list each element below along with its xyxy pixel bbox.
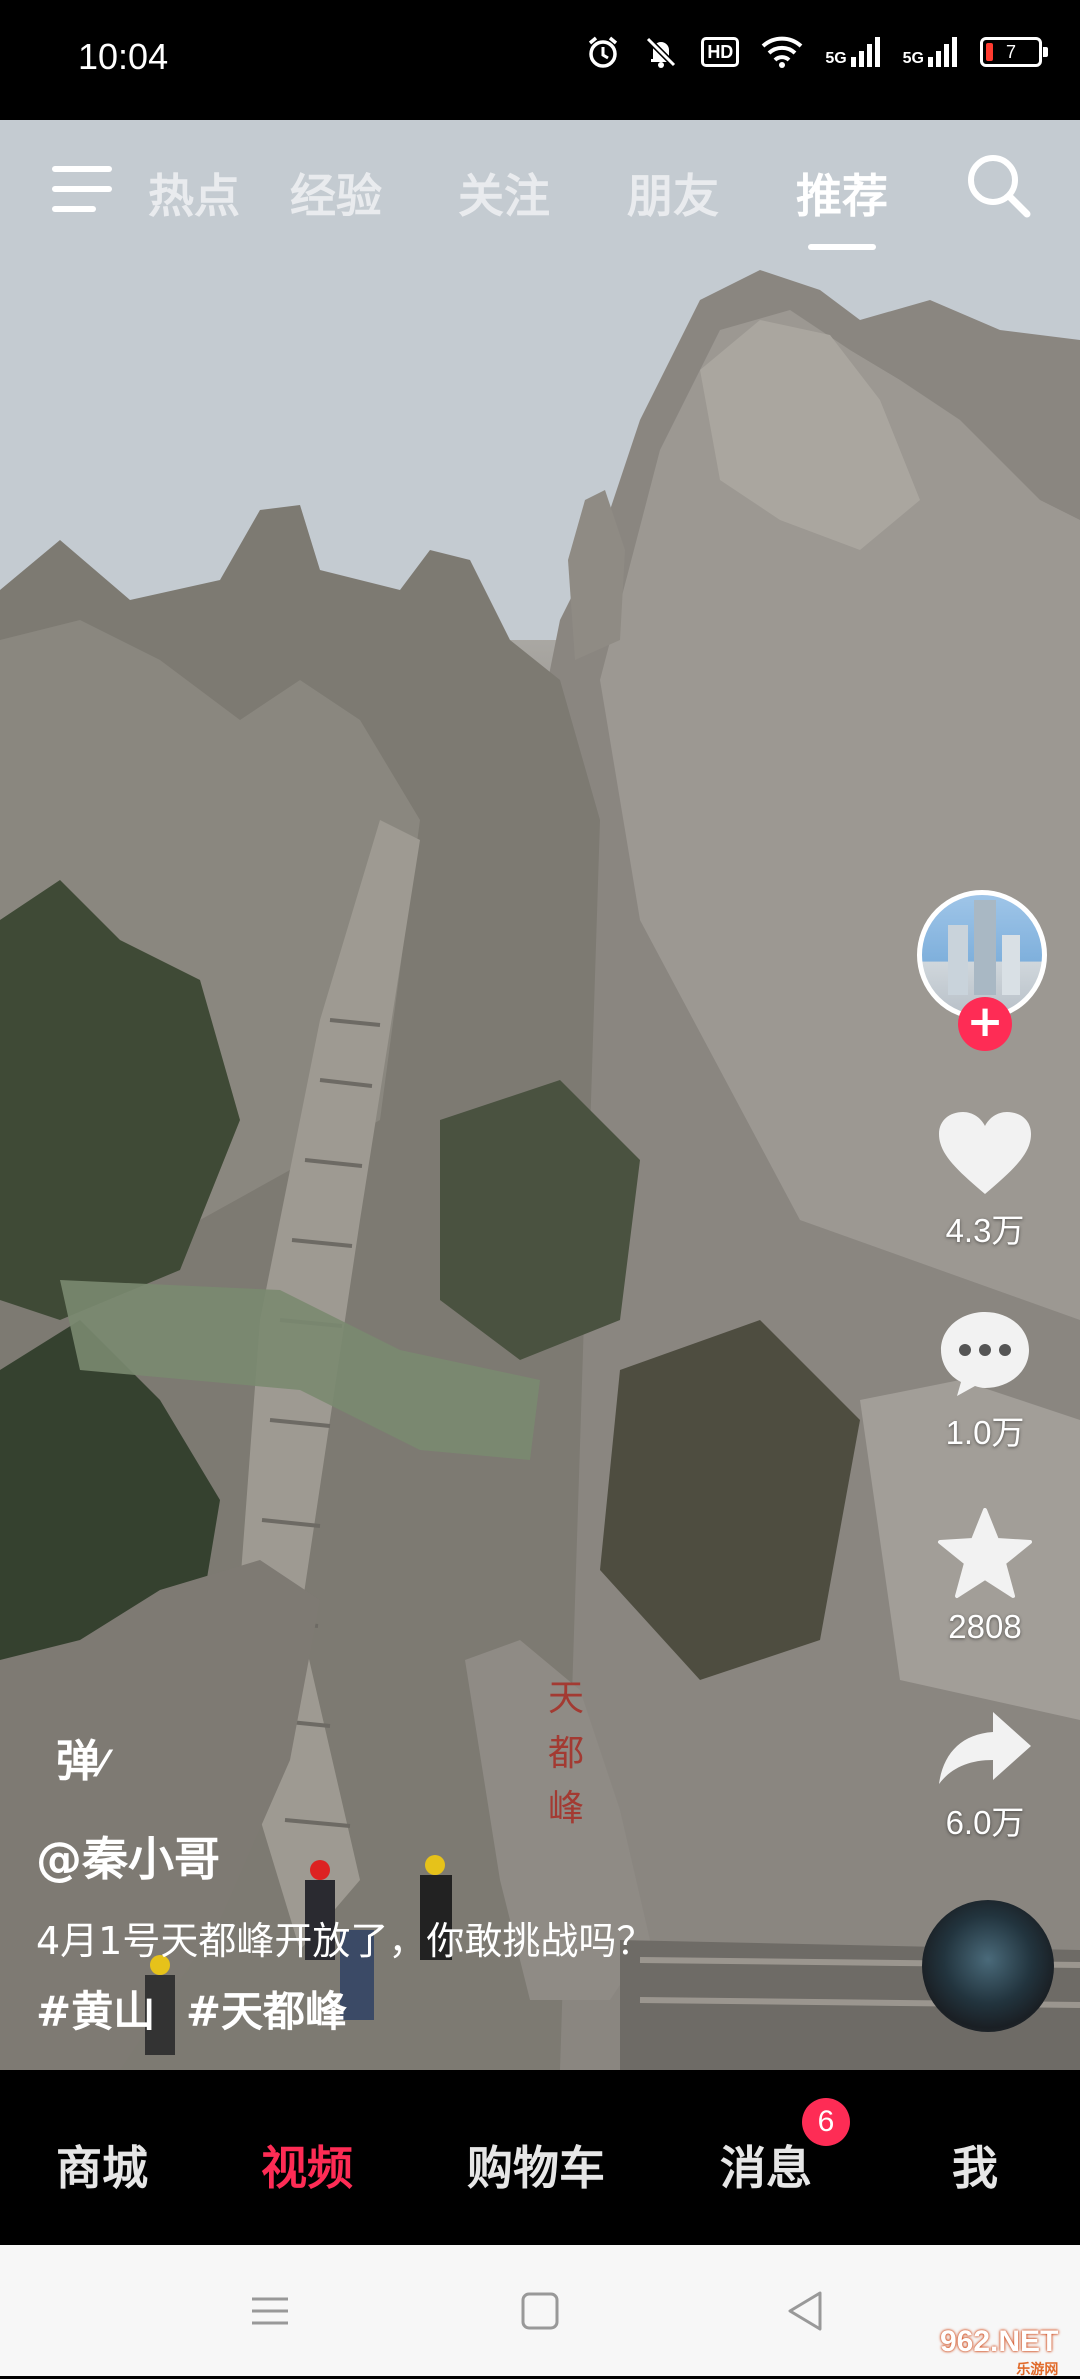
like-button[interactable]: 4.3万 xyxy=(900,1110,1070,1252)
heart-icon xyxy=(939,1112,1031,1194)
share-icon xyxy=(939,1712,1031,1784)
hashtags: #黄山 #天都峰 xyxy=(36,1978,363,2039)
share-count: 6.0万 xyxy=(945,1804,1025,1841)
music-disc[interactable] xyxy=(922,1900,1054,2032)
mute-icon xyxy=(646,36,677,68)
follow-button[interactable]: + xyxy=(958,997,1012,1051)
watermark-logo: 962.NET 乐游网 xyxy=(940,2325,1059,2377)
comment-count: 1.0万 xyxy=(945,1414,1025,1451)
search-icon[interactable] xyxy=(963,150,1033,220)
bottom-nav: 商城 视频 购物车 消息 6 我 xyxy=(0,2070,1080,2245)
tab-experience[interactable]: 经验 xyxy=(290,160,382,226)
video-description: 4月1号天都峰开放了，你敢挑战吗？ xyxy=(36,1919,655,1963)
tab-following[interactable]: 关注 xyxy=(458,160,550,226)
signal-icon: 5G xyxy=(825,37,880,67)
battery-icon: 7 xyxy=(980,37,1048,67)
rock-inscription-3: 峰 xyxy=(548,1788,584,1829)
top-nav: 热点 经验 关注 朋友 推荐 xyxy=(0,150,1080,250)
home-key-icon[interactable] xyxy=(520,2291,560,2331)
nav-cart[interactable]: 购物车 xyxy=(467,2132,605,2198)
share-button[interactable]: 6.0万 xyxy=(900,1708,1070,1844)
danmu-toggle[interactable]: 弹⁄ xyxy=(56,1725,106,1789)
messages-badge: 6 xyxy=(802,2098,850,2146)
wifi-icon xyxy=(761,36,803,68)
rock-inscription-2: 都 xyxy=(548,1733,584,1774)
author-name[interactable]: @秦小哥 xyxy=(36,1823,220,1889)
nav-me[interactable]: 我 xyxy=(952,2132,998,2198)
hd-icon: HD xyxy=(701,37,740,67)
hashtag[interactable]: #黄山 xyxy=(36,1987,155,2036)
rock-inscription-1: 天 xyxy=(548,1678,584,1719)
hashtag[interactable]: #天都峰 xyxy=(186,1987,347,2036)
status-bar: 10:04 HD 5G 5G 7 xyxy=(0,0,1080,120)
comment-icon xyxy=(941,1312,1029,1396)
pen-icon: ⁄ xyxy=(100,1744,107,1785)
danmu-label: 弹 xyxy=(56,1736,100,1787)
comment-button[interactable]: 1.0万 xyxy=(900,1308,1070,1454)
tab-hot[interactable]: 热点 xyxy=(148,160,240,226)
favorite-count: 2808 xyxy=(948,1608,1022,1645)
nav-mall[interactable]: 商城 xyxy=(56,2132,148,2198)
nav-messages[interactable]: 消息 xyxy=(720,2132,812,2198)
menu-icon[interactable] xyxy=(52,162,116,218)
nav-video[interactable]: 视频 xyxy=(261,2132,353,2198)
status-time: 10:04 xyxy=(78,36,169,77)
status-icons: HD 5G 5G 7 xyxy=(585,34,1048,70)
tab-recommend[interactable]: 推荐 xyxy=(796,160,888,250)
system-nav-bar xyxy=(0,2245,1080,2376)
signal-icon: 5G xyxy=(903,37,958,67)
alarm-icon xyxy=(589,36,618,68)
back-key-icon[interactable] xyxy=(784,2289,824,2333)
like-count: 4.3万 xyxy=(945,1212,1025,1249)
menu-key-icon[interactable] xyxy=(250,2291,290,2331)
favorite-button[interactable]: 2808 xyxy=(900,1508,1070,1646)
tab-friends[interactable]: 朋友 xyxy=(627,160,719,226)
star-icon xyxy=(938,1508,1032,1598)
